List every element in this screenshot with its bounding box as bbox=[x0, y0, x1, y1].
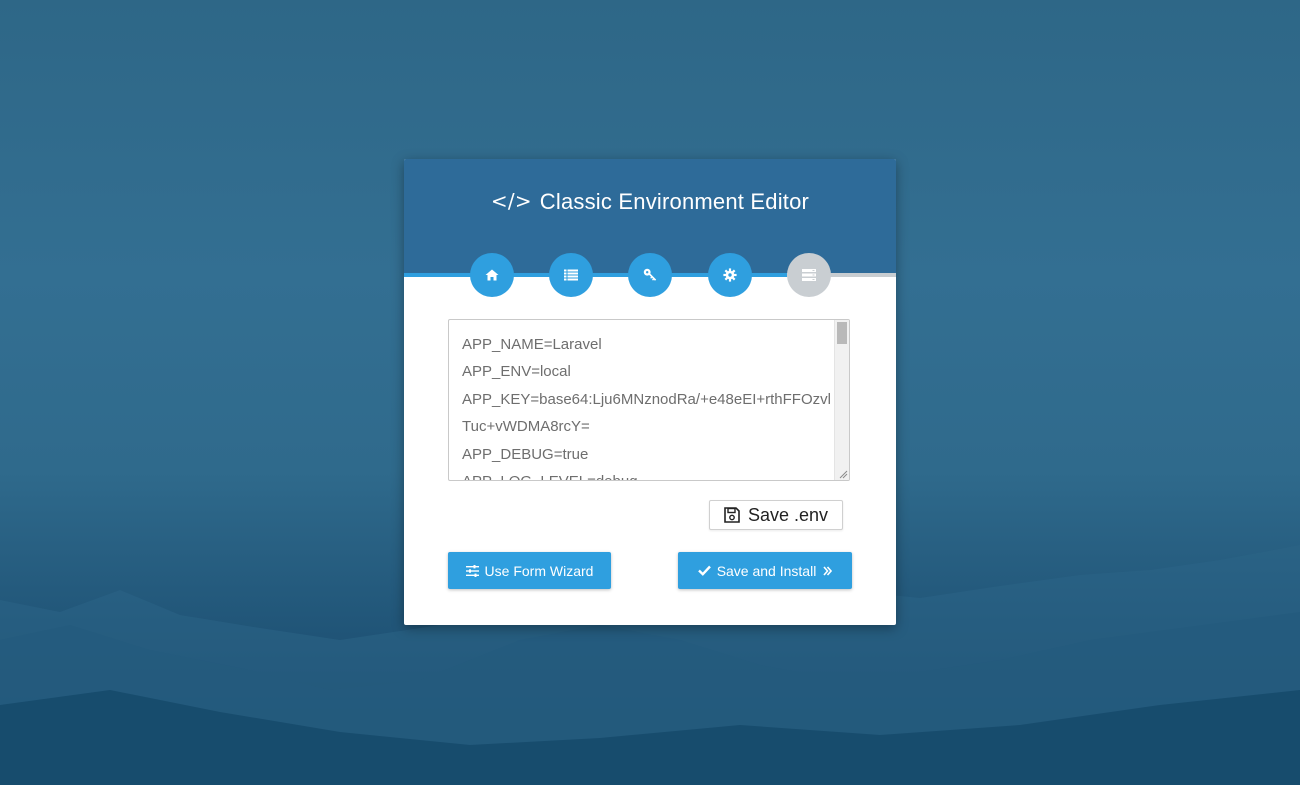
page-title: </> Classic Environment Editor bbox=[404, 189, 896, 215]
server-icon bbox=[802, 269, 816, 281]
floppy-disk-icon bbox=[724, 507, 740, 523]
save-and-install-button[interactable]: Save and Install bbox=[678, 552, 852, 589]
check-icon bbox=[697, 565, 711, 576]
key-icon bbox=[643, 268, 657, 281]
env-content[interactable]: APP_NAME=Laravel APP_ENV=local APP_KEY=b… bbox=[462, 331, 834, 480]
home-icon bbox=[485, 269, 499, 281]
step-welcome[interactable] bbox=[470, 253, 514, 297]
scrollbar-thumb[interactable] bbox=[837, 322, 847, 344]
step-final[interactable] bbox=[787, 253, 831, 297]
code-icon: </> bbox=[490, 189, 532, 213]
save-env-button[interactable]: Save .env bbox=[709, 500, 843, 530]
double-chevron-right-icon bbox=[823, 565, 833, 576]
use-form-wizard-button[interactable]: Use Form Wizard bbox=[448, 552, 611, 589]
title-text: Classic Environment Editor bbox=[539, 189, 810, 214]
resize-grip-icon[interactable] bbox=[838, 469, 848, 479]
editor-scrollbar[interactable] bbox=[834, 320, 849, 480]
step-environment[interactable] bbox=[708, 253, 752, 297]
step-requirements[interactable] bbox=[549, 253, 593, 297]
save-env-label: Save .env bbox=[747, 504, 829, 525]
editor-card: </> Classic Environment Editor APP_NAME=… bbox=[404, 159, 896, 625]
sliders-icon bbox=[465, 564, 479, 577]
list-icon bbox=[564, 269, 578, 281]
gear-icon bbox=[723, 268, 737, 282]
step-permissions[interactable] bbox=[628, 253, 672, 297]
env-textarea[interactable]: APP_NAME=Laravel APP_ENV=local APP_KEY=b… bbox=[448, 319, 850, 481]
save-and-install-label: Save and Install bbox=[716, 562, 817, 579]
use-form-wizard-label: Use Form Wizard bbox=[484, 562, 594, 579]
